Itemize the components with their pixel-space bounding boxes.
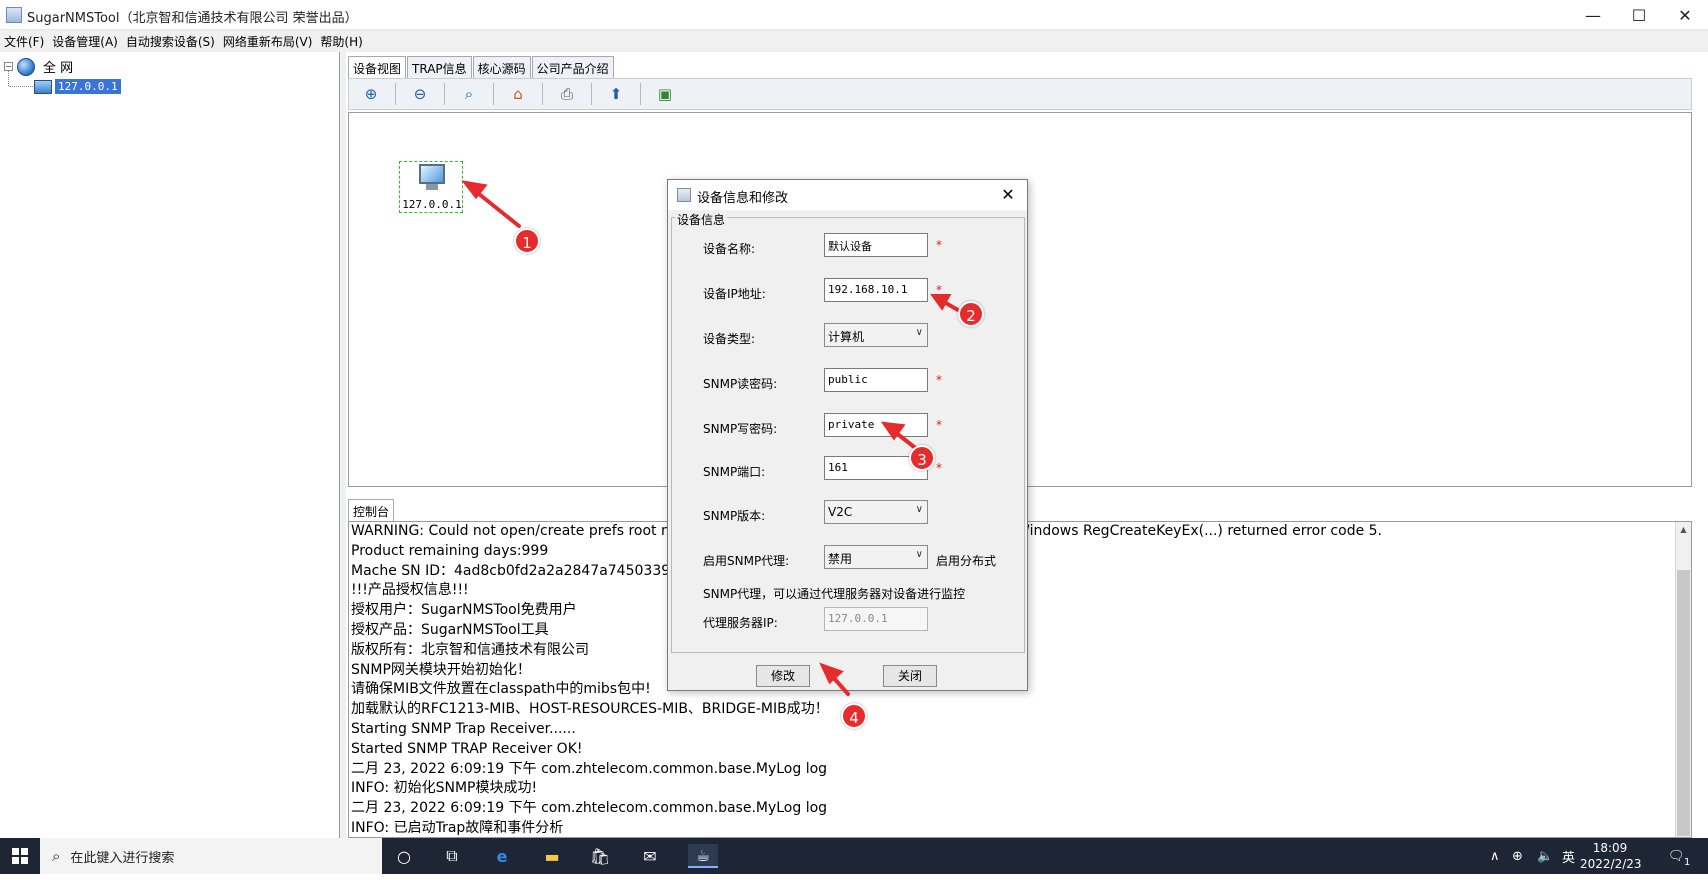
volume-icon[interactable]: 🔈 bbox=[1537, 838, 1553, 874]
tray-chevron-icon[interactable]: ∧ bbox=[1490, 838, 1500, 874]
annotation-badge-1: 1 bbox=[514, 228, 540, 254]
search-icon: ⌕ bbox=[52, 847, 61, 865]
taskbar-search[interactable]: ⌕ 在此键入进行搜索 bbox=[40, 838, 382, 874]
clock-time: 18:09 bbox=[1592, 841, 1628, 855]
notification-icon[interactable]: 🗨 bbox=[1668, 838, 1685, 874]
store-icon[interactable]: 🛍 bbox=[588, 844, 612, 868]
windows-icon bbox=[12, 848, 28, 864]
arrow-1 bbox=[472, 188, 521, 228]
clock[interactable]: 18:09 2022/2/23 bbox=[1580, 840, 1642, 872]
edge-icon[interactable]: e bbox=[490, 844, 514, 868]
annotation-badge-3: 3 bbox=[909, 445, 935, 471]
taskbar: ⌕ 在此键入进行搜索 ○ ⧉ e ▬ 🛍 ✉ ☕ ∧ ⊕ 🔈 英 18:09 2… bbox=[0, 838, 1708, 874]
file-explorer-icon[interactable]: ▬ bbox=[540, 844, 564, 868]
clock-date: 2022/2/23 bbox=[1580, 857, 1642, 871]
arrow-4-head bbox=[819, 662, 844, 685]
search-placeholder: 在此键入进行搜索 bbox=[70, 850, 175, 866]
annotation-badge-4: 4 bbox=[841, 703, 867, 729]
task-view-icon[interactable]: ⧉ bbox=[440, 844, 464, 868]
notification-count: 1 bbox=[1684, 856, 1691, 868]
java-app-icon[interactable]: ☕ bbox=[688, 844, 718, 868]
ime-indicator[interactable]: 英 bbox=[1562, 838, 1575, 874]
cortana-icon[interactable]: ○ bbox=[392, 844, 416, 868]
network-icon[interactable]: ⊕ bbox=[1512, 838, 1523, 874]
start-button[interactable] bbox=[0, 838, 40, 874]
mail-icon[interactable]: ✉ bbox=[638, 844, 662, 868]
annotation-arrows bbox=[461, 180, 960, 696]
annotation-badge-2: 2 bbox=[958, 301, 984, 327]
